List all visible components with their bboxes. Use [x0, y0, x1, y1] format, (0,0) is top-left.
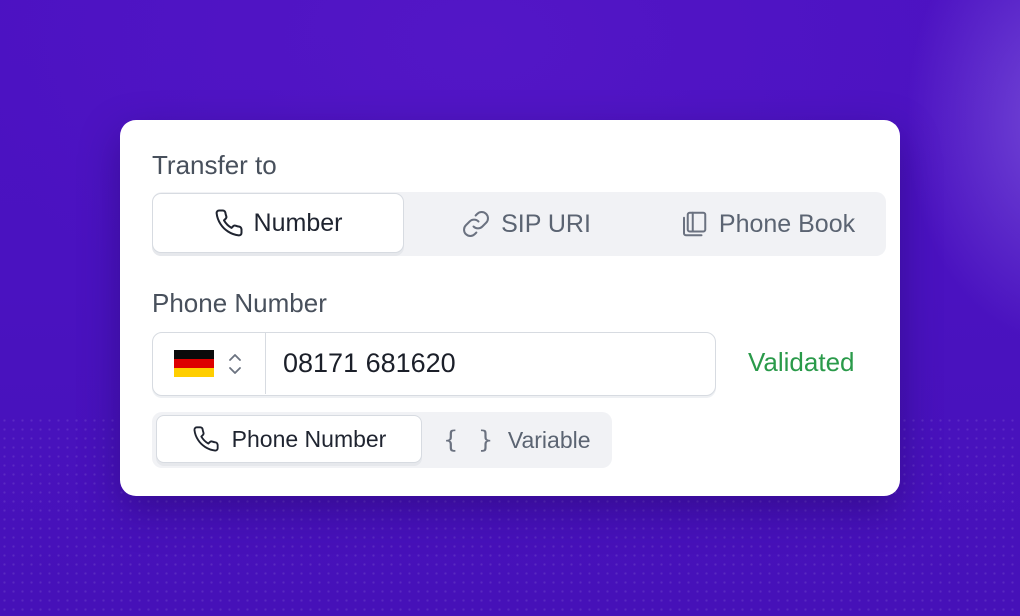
- chevron-up-down-icon: [229, 353, 241, 374]
- phone-number-label: Phone Number: [152, 288, 327, 318]
- phone-icon: [193, 426, 219, 452]
- tab-phone-book[interactable]: Phone Book: [648, 192, 886, 256]
- transfer-type-tabs: Number SIP URI Phone Book: [152, 192, 886, 256]
- country-selector[interactable]: [153, 333, 266, 394]
- phone-number-input[interactable]: [266, 333, 706, 394]
- phone-number-field: [152, 332, 716, 396]
- link-icon: [463, 211, 489, 237]
- validation-status: Validated: [748, 347, 855, 377]
- tab-sip-uri-label: SIP URI: [501, 209, 591, 238]
- transfer-card: Transfer to Number SIP URI Phone Book Ph…: [120, 120, 900, 496]
- input-type-toggle: Phone Number { } Variable: [152, 412, 612, 468]
- transfer-to-label: Transfer to: [152, 150, 277, 180]
- option-variable-label: Variable: [507, 426, 591, 453]
- braces-icon: { }: [443, 426, 496, 454]
- tab-number[interactable]: Number: [152, 193, 404, 253]
- option-variable[interactable]: { } Variable: [422, 412, 612, 468]
- option-phone-number-label: Phone Number: [231, 425, 387, 452]
- tab-sip-uri[interactable]: SIP URI: [404, 192, 648, 256]
- book-icon: [682, 211, 707, 237]
- tab-number-label: Number: [253, 208, 343, 237]
- phone-icon: [215, 209, 243, 237]
- option-phone-number[interactable]: Phone Number: [156, 415, 422, 463]
- tab-phone-book-label: Phone Book: [718, 209, 856, 238]
- germany-flag-icon: [174, 349, 214, 378]
